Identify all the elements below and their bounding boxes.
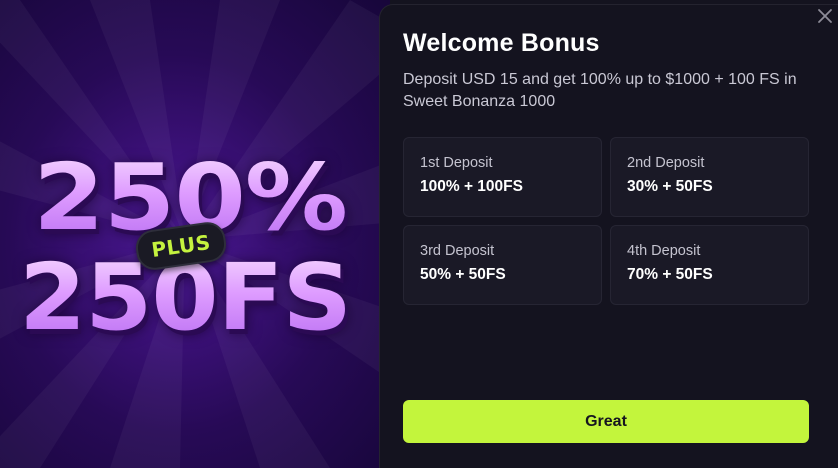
deposit-card-value: 70% + 50FS bbox=[627, 266, 713, 283]
deposit-card-value: 50% + 50FS bbox=[420, 266, 506, 283]
deposit-card-label: 3rd Deposit bbox=[420, 243, 495, 259]
deposit-card-3: 3rd Deposit 50% + 50FS bbox=[403, 225, 602, 305]
promo-banner: 250% PLUS 250FS bbox=[0, 0, 390, 468]
deposit-card-label: 4th Deposit bbox=[627, 243, 701, 259]
bonus-info-panel: Welcome Bonus Deposit USD 15 and get 100… bbox=[379, 4, 838, 468]
welcome-bonus-modal: 250% PLUS 250FS Welcome Bonus Deposit US… bbox=[0, 0, 838, 468]
deposit-card-1: 1st Deposit 100% + 100FS bbox=[403, 137, 602, 217]
great-button[interactable]: Great bbox=[403, 400, 809, 443]
plus-badge-label: PLUS bbox=[149, 229, 213, 263]
deposit-card-value: 30% + 50FS bbox=[627, 178, 713, 195]
close-button[interactable] bbox=[814, 5, 836, 27]
deposit-card-4: 4th Deposit 70% + 50FS bbox=[610, 225, 809, 305]
deposit-card-2: 2nd Deposit 30% + 50FS bbox=[610, 137, 809, 217]
dialog-title: Welcome Bonus bbox=[403, 29, 600, 57]
deposit-card-label: 2nd Deposit bbox=[627, 155, 705, 171]
dialog-subtitle: Deposit USD 15 and get 100% up to $1000 … bbox=[403, 71, 797, 110]
deposit-card-value: 100% + 100FS bbox=[420, 178, 523, 195]
close-icon bbox=[818, 9, 832, 23]
deposit-card-label: 1st Deposit bbox=[420, 155, 493, 171]
